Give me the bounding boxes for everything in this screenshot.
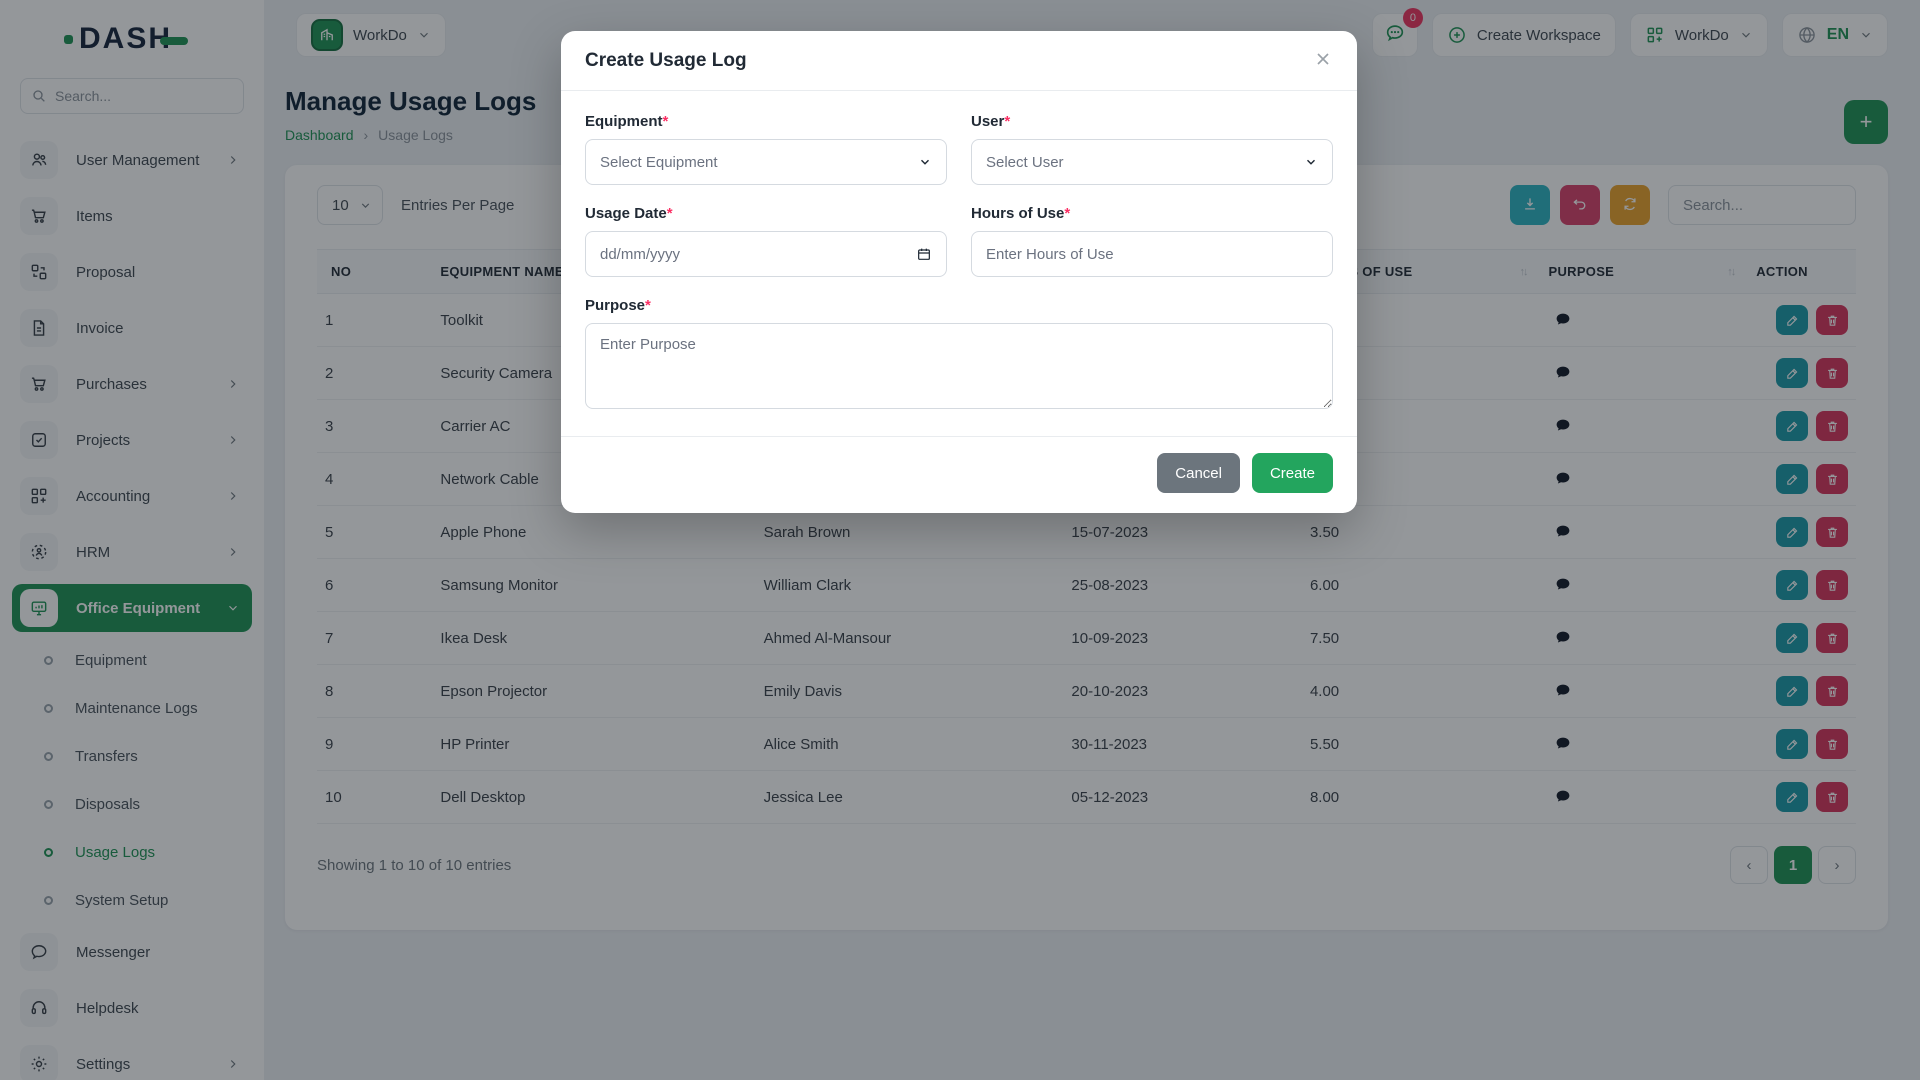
modal-footer: Cancel Create bbox=[561, 436, 1357, 513]
equipment-field-group: Equipment* Select Equipment bbox=[585, 113, 947, 185]
modal-header: Create Usage Log bbox=[561, 31, 1357, 91]
chevron-down-icon bbox=[918, 155, 932, 169]
purpose-textarea[interactable] bbox=[585, 323, 1333, 409]
equipment-select-value: Select Equipment bbox=[600, 154, 718, 171]
equipment-label: Equipment* bbox=[585, 113, 947, 130]
hours-input[interactable] bbox=[971, 231, 1333, 277]
user-select[interactable]: Select User bbox=[971, 139, 1333, 185]
purpose-label: Purpose* bbox=[585, 297, 1333, 314]
hours-field-group: Hours of Use* bbox=[971, 205, 1333, 277]
modal-title: Create Usage Log bbox=[585, 50, 747, 72]
chevron-down-icon bbox=[1304, 155, 1318, 169]
close-button[interactable] bbox=[1313, 49, 1333, 72]
calendar-icon bbox=[916, 246, 932, 262]
usage-date-label: Usage Date* bbox=[585, 205, 947, 222]
usage-date-input[interactable]: dd/mm/yyyy bbox=[585, 231, 947, 277]
close-icon bbox=[1313, 49, 1333, 72]
hours-label: Hours of Use* bbox=[971, 205, 1333, 222]
equipment-select[interactable]: Select Equipment bbox=[585, 139, 947, 185]
user-field-group: User* Select User bbox=[971, 113, 1333, 185]
user-select-value: Select User bbox=[986, 154, 1064, 171]
create-button[interactable]: Create bbox=[1252, 453, 1333, 493]
user-label: User* bbox=[971, 113, 1333, 130]
purpose-field-group: Purpose* bbox=[585, 297, 1333, 414]
modal-body: Equipment* Select Equipment User* Select… bbox=[561, 91, 1357, 422]
cancel-button[interactable]: Cancel bbox=[1157, 453, 1240, 493]
usage-date-value: dd/mm/yyyy bbox=[600, 246, 680, 263]
usage-date-field-group: Usage Date* dd/mm/yyyy bbox=[585, 205, 947, 277]
create-usage-log-modal: Create Usage Log Equipment* Select Equip… bbox=[561, 31, 1357, 513]
